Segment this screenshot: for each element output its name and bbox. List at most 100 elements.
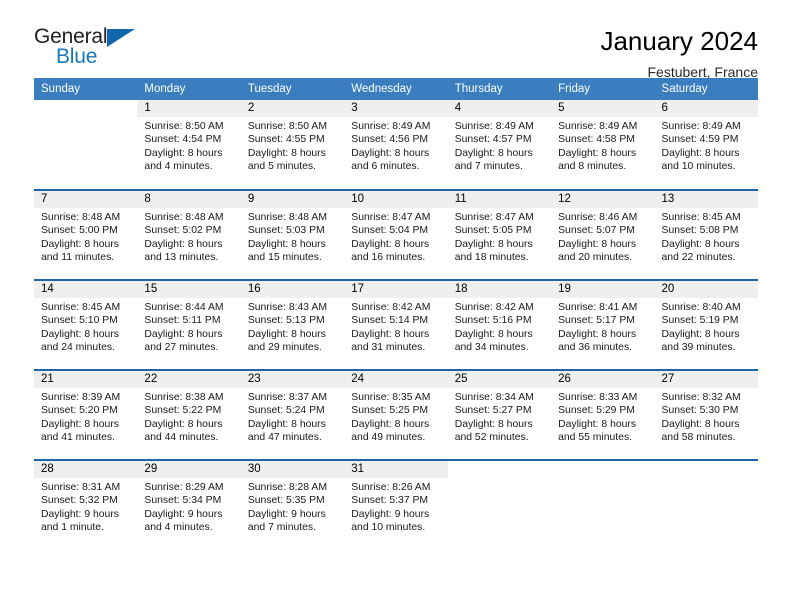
sunset-time: Sunset: 4:54 PM <box>144 134 222 146</box>
daylight-duration: Daylight: 8 hours <box>558 418 637 430</box>
calendar-day-cell[interactable]: 24 Sunrise: 8:35 AM Sunset: 5:25 PM Dayligh… <box>344 369 448 460</box>
calendar-day-cell[interactable]: 13 Sunrise: 8:45 AM Sunset: 5:08 PM Dayligh… <box>654 189 758 280</box>
weekday-header-sunday: Sunday <box>34 78 138 100</box>
daylight-duration: Daylight: 8 hours <box>351 147 430 159</box>
calendar-day-cell[interactable]: 1 Sunrise: 8:50 AM Sunset: 4:54 PM Daylight… <box>137 100 241 190</box>
sunrise-time: Sunrise: 8:49 AM <box>454 121 534 132</box>
calendar-day-cell[interactable]: 14 Sunrise: 8:45 AM Sunset: 5:10 PM Dayligh… <box>34 279 138 370</box>
daylight-duration-cont: and 24 minutes. <box>41 341 115 353</box>
day-details: Sunrise: 8:43 AM Sunset: 5:13 PM Daylight:… <box>241 298 344 354</box>
daylight-duration: Daylight: 8 hours <box>351 328 430 340</box>
day-details: Sunrise: 8:35 AM Sunset: 5:25 PM Daylight:… <box>344 388 447 444</box>
day-number: 12 <box>551 191 655 208</box>
day-details: Sunrise: 8:28 AM Sunset: 5:35 PM Daylight:… <box>241 478 344 534</box>
day-details: Sunrise: 8:44 AM Sunset: 5:11 PM Daylight:… <box>137 298 240 354</box>
daylight-duration: Daylight: 8 hours <box>661 328 740 340</box>
day-number: 7 <box>34 191 138 208</box>
day-number: 5 <box>551 100 655 117</box>
daylight-duration: Daylight: 8 hours <box>144 238 223 250</box>
general-blue-logo[interactable]: General Blue <box>34 26 154 72</box>
day-number: 4 <box>447 100 552 117</box>
calendar-day-cell[interactable]: 22 Sunrise: 8:38 AM Sunset: 5:22 PM Dayligh… <box>137 369 241 460</box>
calendar-day-cell[interactable]: 19 Sunrise: 8:41 AM Sunset: 5:17 PM Dayligh… <box>551 279 655 370</box>
calendar-day-cell[interactable]: 23 Sunrise: 8:37 AM Sunset: 5:24 PM Dayligh… <box>240 369 345 460</box>
day-cell-inner: 28 Sunrise: 8:31 AM Sunset: 5:32 PM Dayligh… <box>34 461 138 549</box>
calendar-day-cell[interactable]: 29 Sunrise: 8:29 AM Sunset: 5:34 PM Dayligh… <box>137 459 241 550</box>
day-number: 17 <box>344 281 448 298</box>
sunrise-time: Sunrise: 8:48 AM <box>41 212 121 223</box>
calendar-day-cell[interactable]: 5 Sunrise: 8:49 AM Sunset: 4:58 PM Daylight… <box>551 100 655 190</box>
sunrise-time: Sunrise: 8:42 AM <box>351 302 431 313</box>
day-number: 2 <box>240 100 345 117</box>
daylight-duration-cont: and 10 minutes. <box>351 521 426 533</box>
day-cell-inner: 19 Sunrise: 8:41 AM Sunset: 5:17 PM Dayligh… <box>551 281 655 369</box>
calendar-day-cell[interactable]: 17 Sunrise: 8:42 AM Sunset: 5:14 PM Dayligh… <box>344 279 448 370</box>
daylight-duration: Daylight: 8 hours <box>454 147 533 159</box>
sunrise-time: Sunrise: 8:42 AM <box>454 302 534 313</box>
calendar-day-cell[interactable]: 8 Sunrise: 8:48 AM Sunset: 5:02 PM Daylight… <box>137 189 241 280</box>
daylight-duration-cont: and 20 minutes. <box>558 251 633 263</box>
sunset-time: Sunset: 5:03 PM <box>247 225 325 237</box>
sunrise-time: Sunrise: 8:40 AM <box>661 302 741 313</box>
calendar-day-cell[interactable]: 26 Sunrise: 8:33 AM Sunset: 5:29 PM Dayligh… <box>551 369 655 460</box>
calendar-day-cell[interactable]: 21 Sunrise: 8:39 AM Sunset: 5:20 PM Dayligh… <box>34 369 138 460</box>
calendar-day-cell[interactable]: 4 Sunrise: 8:49 AM Sunset: 4:57 PM Daylight… <box>447 100 552 190</box>
page-subtitle: Festubert, France <box>647 64 759 80</box>
calendar-day-cell[interactable]: 3 Sunrise: 8:49 AM Sunset: 4:56 PM Daylight… <box>344 100 448 190</box>
sunset-time: Sunset: 5:04 PM <box>351 225 429 237</box>
calendar-day-cell[interactable]: 31 Sunrise: 8:26 AM Sunset: 5:37 PM Dayligh… <box>344 459 448 550</box>
day-details: Sunrise: 8:45 AM Sunset: 5:10 PM Daylight:… <box>34 298 137 354</box>
calendar-day-cell[interactable]: 6 Sunrise: 8:49 AM Sunset: 4:59 PM Daylight… <box>654 100 758 190</box>
day-number: 20 <box>654 281 758 298</box>
day-cell-inner: 2 Sunrise: 8:50 AM Sunset: 4:55 PM Daylight… <box>240 100 345 188</box>
daylight-duration: Daylight: 8 hours <box>454 328 533 340</box>
sunrise-time: Sunrise: 8:41 AM <box>558 302 638 313</box>
day-number: 19 <box>551 281 655 298</box>
calendar-day-cell[interactable]: 12 Sunrise: 8:46 AM Sunset: 5:07 PM Dayligh… <box>551 189 655 280</box>
day-details: Sunrise: 8:48 AM Sunset: 5:03 PM Daylight:… <box>241 208 344 264</box>
calendar-week-row: 28 Sunrise: 8:31 AM Sunset: 5:32 PM Dayligh… <box>34 459 758 550</box>
calendar-day-cell[interactable]: 2 Sunrise: 8:50 AM Sunset: 4:55 PM Daylight… <box>240 100 345 190</box>
sunrise-time: Sunrise: 8:29 AM <box>144 482 224 493</box>
daylight-duration: Daylight: 8 hours <box>661 418 740 430</box>
sunset-time: Sunset: 5:25 PM <box>351 405 429 417</box>
sunset-time: Sunset: 5:17 PM <box>558 315 635 327</box>
day-cell-inner <box>448 461 551 549</box>
calendar-day-cell[interactable]: 15 Sunrise: 8:44 AM Sunset: 5:11 PM Dayligh… <box>137 279 241 370</box>
sunset-time: Sunset: 5:14 PM <box>351 315 429 327</box>
day-cell-inner <box>551 461 654 549</box>
daylight-duration-cont: and 49 minutes. <box>351 431 426 443</box>
daylight-duration: Daylight: 8 hours <box>41 238 119 250</box>
daylight-duration: Daylight: 8 hours <box>247 328 326 340</box>
calendar-day-cell[interactable]: 9 Sunrise: 8:48 AM Sunset: 5:03 PM Daylight… <box>240 189 345 280</box>
sunset-time: Sunset: 5:29 PM <box>558 405 635 417</box>
sunset-time: Sunset: 5:07 PM <box>558 225 635 237</box>
weekday-header-wednesday: Wednesday <box>344 78 448 100</box>
daylight-duration-cont: and 6 minutes. <box>351 160 420 172</box>
sunrise-time: Sunrise: 8:39 AM <box>41 392 121 403</box>
calendar-day-cell[interactable]: 10 Sunrise: 8:47 AM Sunset: 5:04 PM Dayligh… <box>344 189 448 280</box>
daylight-duration-cont: and 11 minutes. <box>41 251 115 263</box>
day-cell-inner: 21 Sunrise: 8:39 AM Sunset: 5:20 PM Dayligh… <box>34 371 138 459</box>
day-number: 18 <box>447 281 552 298</box>
calendar-day-cell[interactable]: 28 Sunrise: 8:31 AM Sunset: 5:32 PM Dayligh… <box>34 459 138 550</box>
calendar-day-cell[interactable]: 27 Sunrise: 8:32 AM Sunset: 5:30 PM Dayligh… <box>654 369 758 460</box>
calendar-day-cell[interactable]: 18 Sunrise: 8:42 AM Sunset: 5:16 PM Dayligh… <box>447 279 552 370</box>
daylight-duration-cont: and 27 minutes. <box>144 341 219 353</box>
daylight-duration: Daylight: 8 hours <box>454 418 533 430</box>
daylight-duration-cont: and 15 minutes. <box>247 251 322 263</box>
day-details: Sunrise: 8:32 AM Sunset: 5:30 PM Daylight:… <box>655 388 758 444</box>
calendar-day-cell[interactable]: 11 Sunrise: 8:47 AM Sunset: 5:05 PM Dayligh… <box>447 189 552 280</box>
day-cell-inner: 17 Sunrise: 8:42 AM Sunset: 5:14 PM Dayligh… <box>344 281 448 369</box>
calendar-day-cell[interactable]: 30 Sunrise: 8:28 AM Sunset: 5:35 PM Dayligh… <box>240 459 345 550</box>
sunrise-time: Sunrise: 8:45 AM <box>661 212 741 223</box>
calendar-day-cell[interactable]: 25 Sunrise: 8:34 AM Sunset: 5:27 PM Dayligh… <box>447 369 552 460</box>
sunrise-time: Sunrise: 8:37 AM <box>247 392 327 403</box>
calendar-day-cell[interactable]: 20 Sunrise: 8:40 AM Sunset: 5:19 PM Dayligh… <box>654 279 758 370</box>
day-details: Sunrise: 8:38 AM Sunset: 5:22 PM Daylight:… <box>137 388 240 444</box>
calendar-day-cell[interactable]: 16 Sunrise: 8:43 AM Sunset: 5:13 PM Dayligh… <box>240 279 345 370</box>
daylight-duration-cont: and 47 minutes. <box>247 431 322 443</box>
day-details: Sunrise: 8:42 AM Sunset: 5:14 PM Daylight:… <box>344 298 447 354</box>
daylight-duration: Daylight: 9 hours <box>144 508 223 520</box>
calendar-day-cell[interactable]: 7 Sunrise: 8:48 AM Sunset: 5:00 PM Daylight… <box>34 189 138 280</box>
